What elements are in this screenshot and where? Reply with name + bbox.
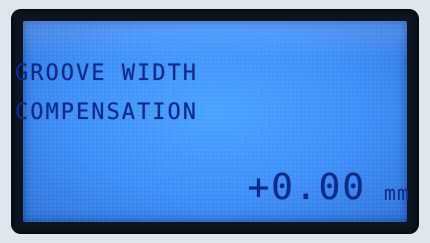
screen-glare — [23, 21, 407, 61]
compensation-value: +0.00 — [247, 167, 366, 208]
menu-title-line-2: COMPENSATION — [15, 100, 198, 125]
unit-label: mm — [383, 181, 410, 205]
menu-title-line-1: GROOVE WIDTH — [15, 61, 198, 86]
